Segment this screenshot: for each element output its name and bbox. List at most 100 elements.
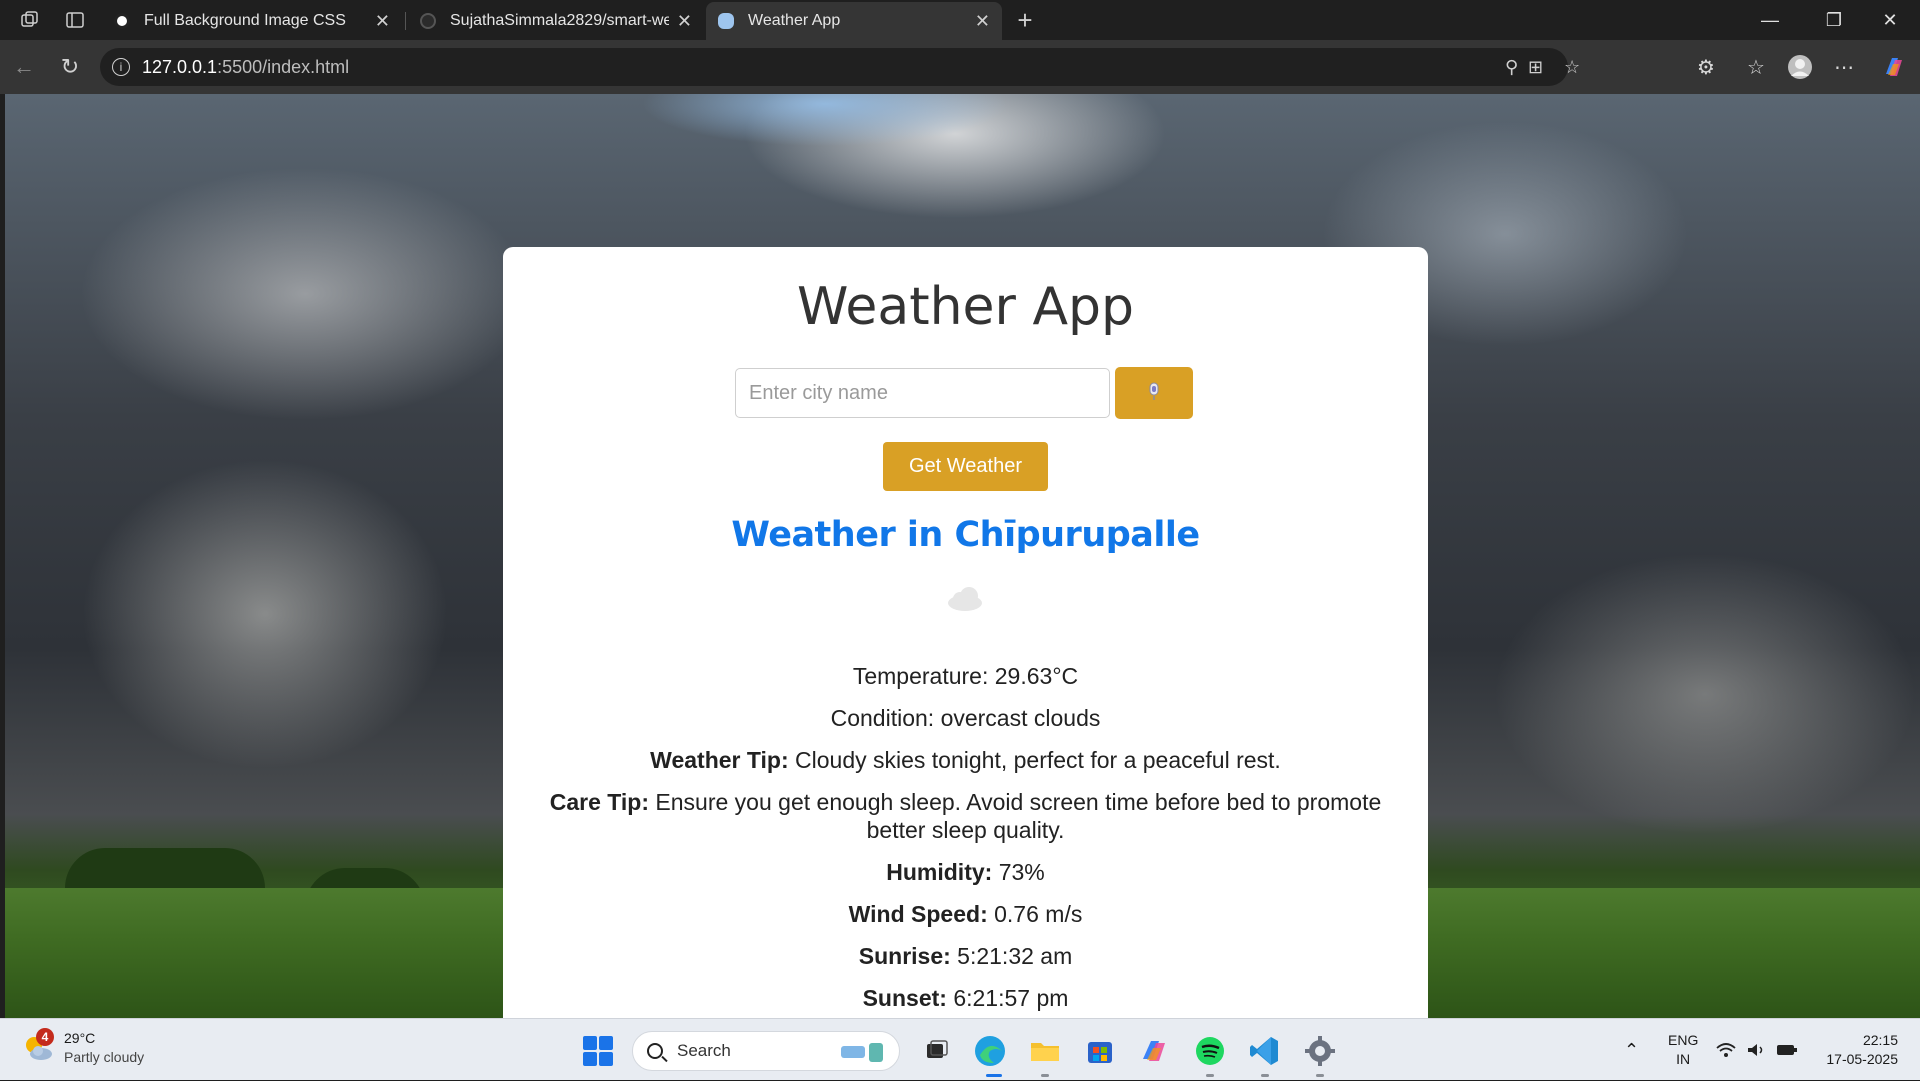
- show-hidden-icons[interactable]: ⌃: [1624, 1019, 1639, 1081]
- close-icon[interactable]: ✕: [975, 11, 990, 32]
- copilot-icon[interactable]: [1878, 51, 1910, 83]
- file-explorer-icon[interactable]: [1027, 1033, 1063, 1069]
- weather-tip-label: Weather Tip:: [650, 747, 789, 773]
- clock-date: 17-05-2025: [1826, 1051, 1898, 1067]
- vertical-tabs-icon[interactable]: [60, 5, 90, 35]
- url-path: :5500/index.html: [217, 56, 350, 77]
- care-tip-value: Ensure you get enough sleep. Avoid scree…: [649, 789, 1382, 843]
- taskbar: 4 29°C Partly cloudy Search ⌃ ENG IN 22:…: [0, 1018, 1920, 1080]
- weather-desc: Partly cloudy: [64, 1049, 145, 1065]
- tab-github[interactable]: SujathaSimmala2829/smart-weat ✕: [408, 2, 704, 40]
- running-app-indicator: [1206, 1074, 1214, 1077]
- tab-separator: [405, 12, 406, 30]
- taskbar-weather-widget[interactable]: 4 29°C Partly cloudy: [22, 1028, 145, 1067]
- url-host: 127.0.0.1: [142, 56, 218, 77]
- tab-bar: Full Background Image CSS ✕ SujathaSimma…: [0, 0, 1920, 40]
- volume-icon[interactable]: [1746, 1019, 1766, 1081]
- wind-speed-label: Wind Speed:: [848, 901, 988, 927]
- condition-text: Condition: overcast clouds: [830, 705, 1101, 731]
- humidity-value: 73%: [992, 859, 1045, 885]
- wind-speed: Wind Speed: 0.76 m/s: [533, 900, 1398, 928]
- refresh-icon[interactable]: ↻: [54, 51, 86, 83]
- humidity: Humidity: 73%: [533, 858, 1398, 886]
- language-indicator[interactable]: ENG IN: [1668, 1031, 1698, 1069]
- sunrise: Sunrise: 5:21:32 am: [533, 942, 1398, 970]
- restore-icon[interactable]: ❐: [1806, 0, 1862, 40]
- sunrise-value: 5:21:32 am: [950, 943, 1073, 969]
- temperature-text: Temperature: 29.63°C: [852, 663, 1079, 689]
- favorites-icon[interactable]: ☆: [1740, 51, 1772, 83]
- extensions-icon[interactable]: ⚙: [1690, 51, 1722, 83]
- search-row: [735, 367, 1193, 419]
- voice-search-button[interactable]: [1115, 367, 1193, 419]
- spotify-icon[interactable]: [1192, 1033, 1228, 1069]
- close-icon[interactable]: ✕: [375, 11, 390, 32]
- care-tip: Care Tip: Ensure you get enough sleep. A…: [533, 788, 1398, 844]
- notification-badge: 4: [36, 1028, 54, 1046]
- microsoft-store-icon[interactable]: [1082, 1033, 1118, 1069]
- task-view-icon[interactable]: [918, 1033, 954, 1069]
- windows-start-icon[interactable]: [583, 1036, 613, 1066]
- address-input[interactable]: i 127.0.0.1:5500/index.html ⚲ ⊞ ☆: [100, 48, 1580, 86]
- weather-card: Weather App Get Weather Weather in Chīpu…: [503, 247, 1428, 1018]
- tab-title: Weather App: [748, 12, 841, 29]
- openai-favicon-icon: [114, 13, 130, 29]
- app-title: Weather App: [796, 277, 1135, 337]
- back-icon[interactable]: ←: [8, 51, 40, 83]
- partly-cloudy-icon: 4: [22, 1028, 54, 1064]
- search-label: Search: [677, 1041, 731, 1060]
- settings-icon[interactable]: [1302, 1033, 1338, 1069]
- lang-top: ENG: [1668, 1032, 1699, 1048]
- sunrise-label: Sunrise:: [858, 943, 951, 969]
- care-tip-label: Care Tip:: [549, 789, 650, 815]
- running-app-indicator: [1041, 1074, 1049, 1077]
- tab-title: SujathaSimmala2829/smart-weat: [450, 12, 669, 29]
- running-app-indicator: [1316, 1074, 1324, 1077]
- tab-title: Full Background Image CSS: [144, 12, 346, 29]
- github-favicon-icon: [420, 13, 436, 29]
- page-viewport: Weather App Get Weather Weather in Chīpu…: [5, 94, 1920, 1018]
- more-menu-icon[interactable]: ⋯: [1828, 51, 1860, 83]
- address-bar-row: ← ↻ i 127.0.0.1:5500/index.html ⚲ ⊞ ☆ ⚙ …: [0, 40, 1920, 94]
- battery-icon[interactable]: [1776, 1019, 1798, 1081]
- search-highlight-icon: [839, 1040, 887, 1064]
- weather-tip-value: Cloudy skies tonight, perfect for a peac…: [788, 747, 1281, 773]
- minimize-icon[interactable]: —: [1742, 0, 1798, 40]
- running-app-indicator: [1261, 1074, 1269, 1077]
- window-close-icon[interactable]: ✕: [1862, 0, 1918, 40]
- vscode-icon[interactable]: [1247, 1033, 1283, 1069]
- search-icon: [647, 1043, 663, 1059]
- clock-time: 22:15: [1862, 1032, 1898, 1048]
- sunset: Sunset: 6:21:57 pm: [533, 984, 1398, 1012]
- system-clock[interactable]: 22:15 17-05-2025: [1826, 1031, 1898, 1069]
- app-available-icon[interactable]: ⊞: [1528, 48, 1543, 86]
- humidity-label: Humidity:: [886, 859, 993, 885]
- weather-temp: 29°C: [64, 1030, 96, 1046]
- profile-avatar-icon[interactable]: [1784, 51, 1816, 83]
- cloud-icon: [945, 587, 985, 613]
- sunset-label: Sunset:: [862, 985, 947, 1011]
- tab-weather-app[interactable]: Weather App ✕: [706, 2, 1002, 40]
- get-weather-button[interactable]: Get Weather: [883, 442, 1048, 491]
- close-icon[interactable]: ✕: [677, 11, 692, 32]
- tab-full-background[interactable]: Full Background Image CSS ✕: [102, 2, 402, 40]
- new-tab-icon[interactable]: +: [1010, 5, 1040, 35]
- lang-bottom: IN: [1676, 1051, 1691, 1067]
- taskbar-search[interactable]: Search: [632, 1031, 900, 1071]
- copilot-app-icon[interactable]: [1137, 1033, 1173, 1069]
- workspaces-icon[interactable]: [15, 5, 45, 35]
- favorite-star-icon[interactable]: ☆: [1564, 48, 1580, 86]
- microphone-icon: [1147, 382, 1161, 405]
- weather-tip: Weather Tip: Cloudy skies tonight, perfe…: [533, 746, 1398, 774]
- active-app-indicator: [986, 1074, 1002, 1077]
- site-info-icon[interactable]: i: [112, 58, 130, 76]
- cloud-favicon-icon: [718, 13, 734, 29]
- wifi-icon[interactable]: [1716, 1019, 1736, 1081]
- wind-speed-value: 0.76 m/s: [987, 901, 1083, 927]
- weather-details: Temperature: 29.63°C Condition: overcast…: [533, 662, 1398, 1018]
- city-heading: Weather in Chīpurupalle: [731, 515, 1200, 555]
- sunset-value: 6:21:57 pm: [946, 985, 1069, 1011]
- location-icon[interactable]: ⚲: [1505, 57, 1518, 78]
- edge-icon[interactable]: [972, 1033, 1008, 1069]
- city-input[interactable]: [735, 368, 1110, 418]
